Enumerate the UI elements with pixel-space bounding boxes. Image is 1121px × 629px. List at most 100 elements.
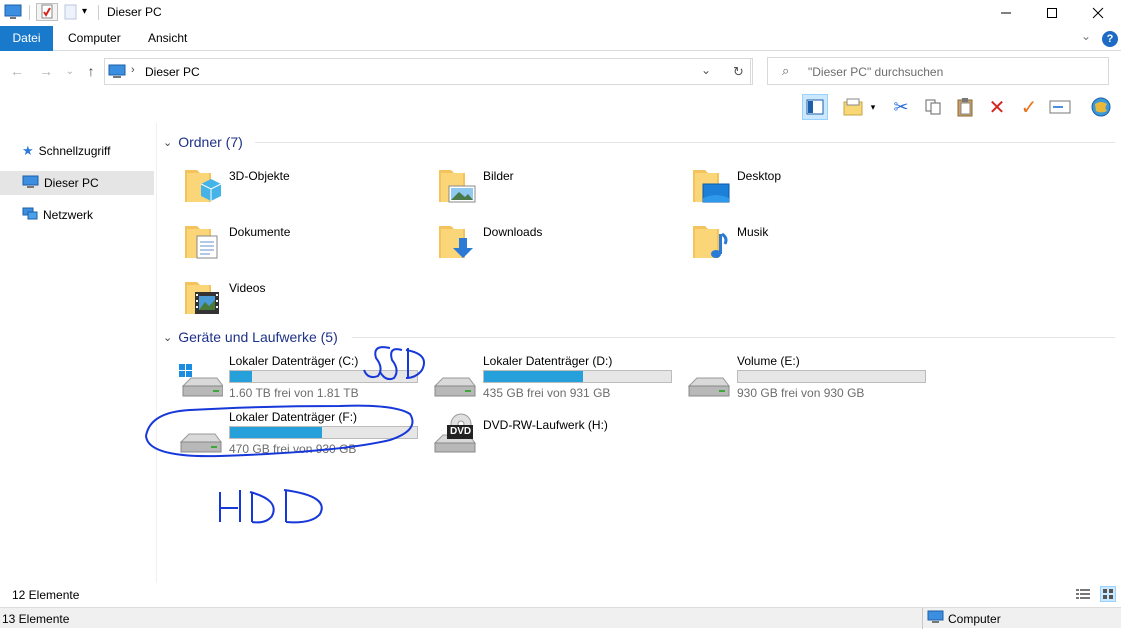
close-button[interactable]	[1075, 0, 1121, 26]
network-icon	[22, 207, 38, 224]
drive-free-space: 435 GB frei von 931 GB	[483, 386, 611, 400]
desktop-folder-icon	[691, 164, 731, 204]
folder-documents[interactable]: Dokumente	[163, 214, 403, 264]
view-options-dropdown-icon[interactable]: ▾	[866, 94, 880, 120]
group-divider	[352, 337, 1115, 338]
collapse-chevron-icon: ⌄	[163, 136, 173, 149]
sidebar-item-label: Dieser PC	[44, 176, 99, 190]
forward-arrow-icon[interactable]: →	[36, 61, 56, 81]
cut-icon[interactable]: ✂	[888, 94, 914, 120]
videos-folder-icon	[183, 276, 223, 316]
folder-videos[interactable]: Videos	[163, 270, 403, 320]
group-divider	[255, 142, 1115, 143]
handwritten-annotation	[144, 346, 425, 524]
computer-icon[interactable]	[4, 3, 22, 21]
sidebar-item-label: Schnellzugriff	[38, 144, 111, 158]
refresh-icon: ↻	[733, 64, 744, 79]
group-header-label: Ordner (7)	[178, 134, 243, 150]
folder-downloads[interactable]: Downloads	[417, 214, 657, 264]
downloads-folder-icon	[437, 220, 477, 260]
folder-label: Downloads	[483, 225, 543, 239]
drive-d[interactable]: Lokaler Datenträger (D:) 435 GB frei von…	[417, 354, 672, 406]
navigation-pane-icon[interactable]	[802, 94, 828, 120]
location-indicator: Computer	[922, 608, 1121, 629]
tab-computer[interactable]: Computer	[56, 26, 133, 51]
recent-locations-icon[interactable]: ⌄	[60, 61, 80, 81]
breadcrumb[interactable]: Dieser PC	[145, 65, 200, 79]
sidebar-item-quick-access[interactable]: ★ Schnellzugriff	[0, 139, 154, 163]
globe-icon[interactable]	[1088, 94, 1114, 120]
tab-view[interactable]: Ansicht	[136, 26, 199, 51]
status-bar: 12 Elemente	[0, 583, 1121, 605]
folder-label: Bilder	[483, 169, 514, 183]
folder-pictures[interactable]: Bilder	[417, 158, 657, 208]
expand-ribbon-icon[interactable]: ⌄	[1081, 29, 1091, 43]
item-count: 13 Elemente	[2, 612, 70, 626]
sidebar-item-this-pc[interactable]: Dieser PC	[0, 171, 154, 195]
delete-icon[interactable]: ✕	[984, 94, 1010, 120]
breadcrumb-chevron-icon[interactable]: ›	[131, 64, 135, 76]
item-count: 12 Elemente	[12, 588, 80, 602]
drive-usage-bar	[737, 370, 926, 383]
computer-icon	[108, 64, 126, 83]
computer-icon	[22, 175, 39, 192]
sidebar-item-label: Netzwerk	[43, 208, 94, 222]
refresh-button[interactable]: ↻	[727, 58, 753, 85]
hard-drive-icon	[685, 362, 731, 400]
drive-usage-fill	[484, 371, 584, 382]
navigation-pane: ★ Schnellzugriff Dieser PC Netzwerk	[0, 123, 157, 583]
group-header-folders[interactable]: ⌄ Ordner (7)	[163, 134, 243, 150]
search-input[interactable]: ⌕ "Dieser PC" durchsuchen	[767, 57, 1109, 85]
drive-e[interactable]: Volume (E:) 930 GB frei von 930 GB	[671, 354, 926, 406]
folder-label: Desktop	[737, 169, 782, 183]
large-icons-view-icon[interactable]	[1100, 586, 1116, 602]
pictures-folder-icon	[437, 164, 477, 204]
search-placeholder: "Dieser PC" durchsuchen	[808, 65, 944, 79]
folder-label: Musik	[737, 225, 769, 239]
properties-icon[interactable]	[36, 3, 58, 21]
sidebar-item-network[interactable]: Netzwerk	[0, 203, 154, 227]
folder-label: Videos	[229, 281, 266, 295]
folder-music[interactable]: Musik	[671, 214, 911, 264]
secondary-status-bar: 13 Elemente Computer	[0, 607, 1121, 629]
address-dropdown-icon[interactable]: ⌄	[701, 63, 711, 77]
drive-free-space: 930 GB frei von 930 GB	[737, 386, 865, 400]
details-view-icon[interactable]	[1075, 587, 1091, 601]
folder-label: Dokumente	[229, 225, 291, 239]
folder-3d-objects[interactable]: 3D-Objekte	[163, 158, 403, 208]
computer-icon	[927, 610, 944, 627]
checkmark-icon[interactable]: ✓	[1016, 94, 1042, 120]
window-title: Dieser PC	[107, 5, 162, 19]
3d-objects-folder-icon	[183, 164, 223, 204]
search-icon: ⌕	[782, 63, 790, 78]
navigation-bar: ← → ⌄ ↑ › Dieser PC ⌄ ↻ ⌕ "Dieser PC" du…	[0, 51, 1121, 91]
new-folder-icon[interactable]	[62, 3, 80, 21]
address-bar[interactable]: › Dieser PC ⌄	[104, 58, 751, 85]
location-label: Computer	[948, 611, 1001, 626]
minimize-button[interactable]	[983, 0, 1029, 26]
up-arrow-icon[interactable]: ↑	[81, 61, 101, 81]
toolbar: ▾ ✂ ✕ ✓	[0, 91, 1121, 123]
title-bar: ▾ Dieser PC	[0, 0, 1121, 26]
drive-h-dvd[interactable]: DVD DVD-RW-Laufwerk (H:)	[417, 413, 671, 469]
music-folder-icon	[691, 220, 731, 260]
rename-icon[interactable]	[1047, 94, 1073, 120]
star-icon: ★	[22, 143, 34, 158]
divider	[29, 5, 30, 20]
ribbon-tabs: Datei Computer Ansicht ⌄ ?	[0, 26, 1121, 51]
folder-label: 3D-Objekte	[229, 169, 290, 183]
paste-icon[interactable]	[952, 94, 978, 120]
drive-name: Lokaler Datenträger (D:)	[483, 354, 613, 368]
help-icon[interactable]: ?	[1102, 31, 1118, 47]
divider	[98, 5, 99, 20]
drive-name: DVD-RW-Laufwerk (H:)	[483, 418, 608, 432]
tab-file[interactable]: Datei	[0, 26, 53, 51]
view-options-icon[interactable]	[840, 94, 866, 120]
back-arrow-icon[interactable]: ←	[7, 61, 27, 81]
maximize-button[interactable]	[1029, 0, 1075, 26]
drive-name: Volume (E:)	[737, 354, 800, 368]
folder-desktop[interactable]: Desktop	[671, 158, 911, 208]
drive-usage-bar	[483, 370, 672, 383]
dvd-badge: DVD	[450, 426, 472, 437]
copy-icon[interactable]	[920, 94, 946, 120]
